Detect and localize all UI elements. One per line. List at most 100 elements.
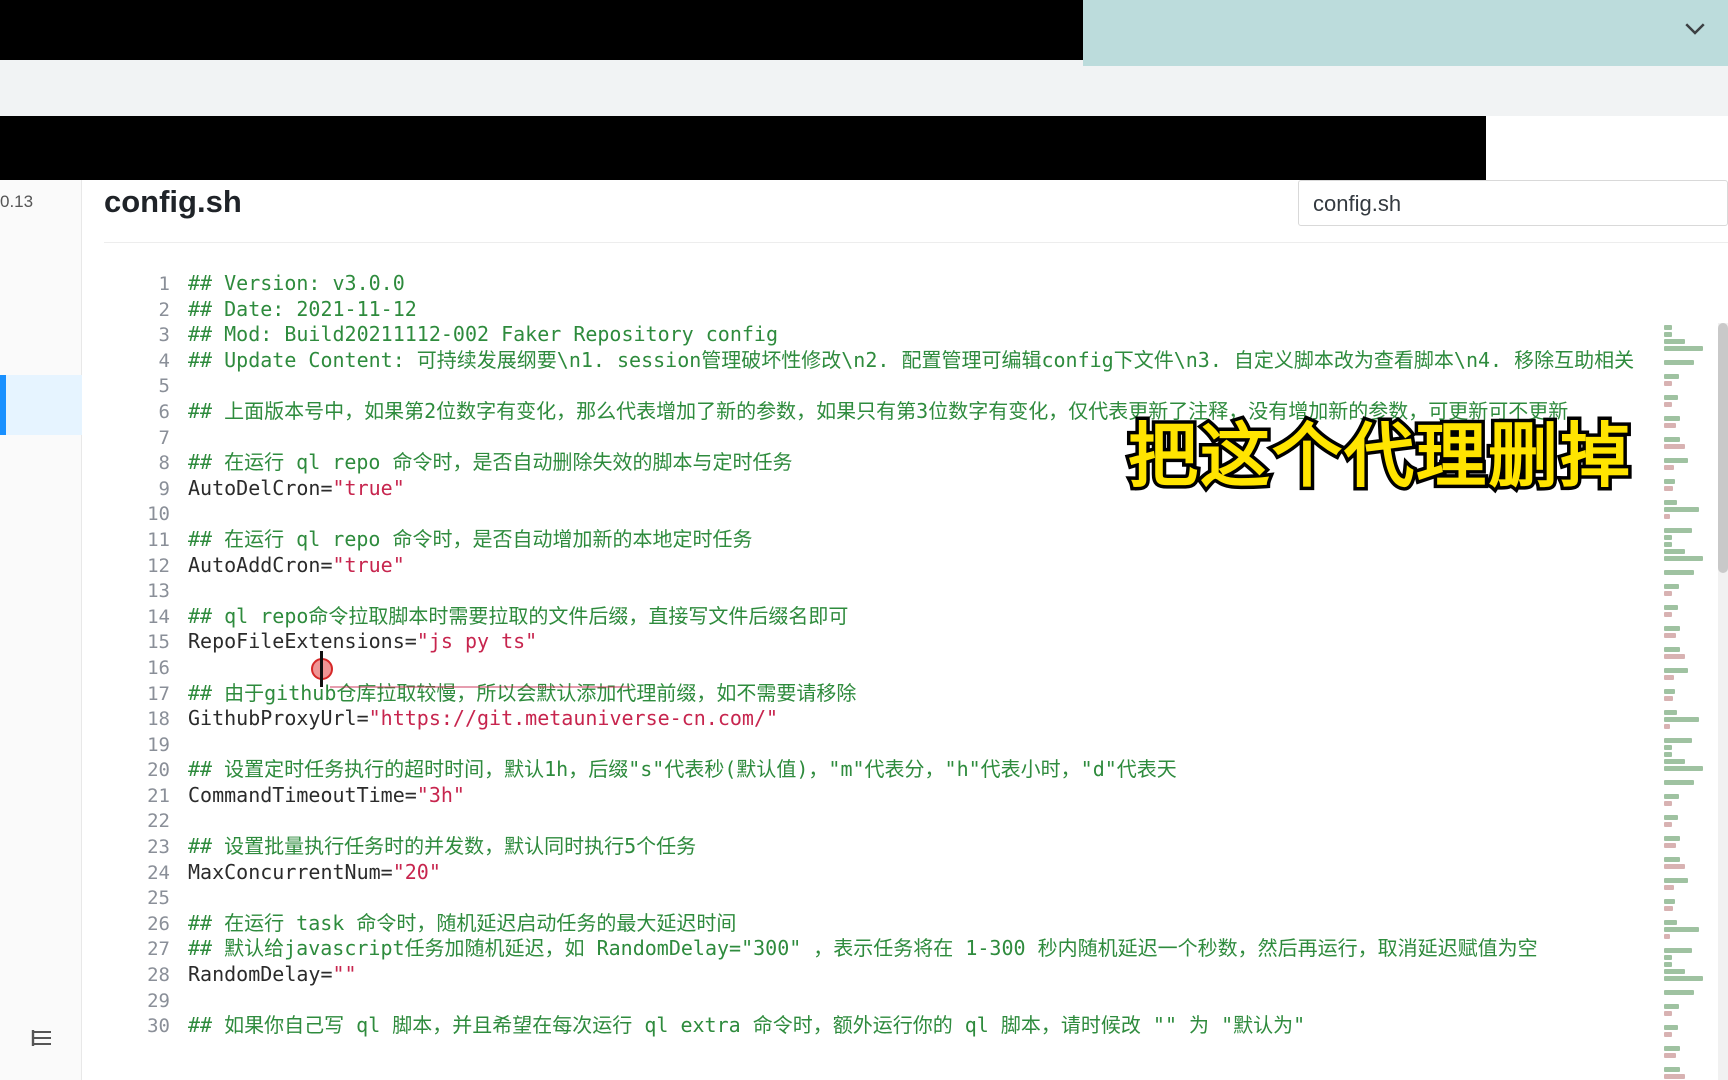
line-number: 14 (147, 605, 170, 628)
code-token: ## Date: 2021-11-12 (188, 296, 417, 321)
minimap-line (1664, 1004, 1679, 1009)
minimap-line (1664, 367, 1667, 372)
line-number: 8 (158, 452, 170, 475)
code-line[interactable]: 15 RepoFileExtensions="js py ts" (134, 629, 1548, 655)
minimap-line (1664, 339, 1685, 344)
minimap-line (1664, 843, 1677, 848)
code-line[interactable]: 25 (134, 885, 1548, 911)
line-number: 16 (147, 656, 170, 679)
minimap-line (1664, 521, 1667, 526)
code-line[interactable]: 12 AutoAddCron="true" (134, 553, 1548, 579)
app-sidebar: 0.13 (0, 180, 82, 1080)
code-editor[interactable]: 1 ## Version: v3.0.0 2 ## Date: 2021-11-12 3… (104, 242, 1728, 1080)
chevron-down-icon[interactable] (1680, 13, 1710, 43)
minimap-line (1664, 766, 1704, 771)
code-token: "true" (332, 552, 405, 577)
minimap-line (1664, 780, 1694, 785)
code-line[interactable]: 10 (134, 501, 1548, 527)
minimap-line (1664, 878, 1688, 883)
minimap-line (1664, 1039, 1667, 1044)
code-line[interactable]: 19 (134, 732, 1548, 758)
code-line[interactable]: 1 ## Version: v3.0.0 (134, 271, 1548, 297)
minimap-line (1664, 542, 1672, 547)
minimap-line (1664, 871, 1667, 876)
minimap-line (1664, 808, 1667, 813)
code-line[interactable]: 16 (134, 655, 1548, 681)
code-line[interactable]: 29 (134, 988, 1548, 1014)
minimap-line (1664, 619, 1667, 624)
band-right-filler (1486, 116, 1728, 180)
minimap-line (1664, 430, 1667, 435)
code-line[interactable]: 23 ## 设置批量执行任务时的并发数，默认同时执行5个任务 (134, 834, 1548, 860)
code-line[interactable]: 24 MaxConcurrentNum="20" (134, 860, 1548, 886)
file-name-field[interactable]: config.sh (1298, 180, 1728, 226)
line-number: 20 (147, 759, 170, 782)
minimap-line (1664, 661, 1667, 666)
code-line[interactable]: 28 RandomDelay="" (134, 962, 1548, 988)
code-line[interactable]: 13 (134, 578, 1548, 604)
sidebar-version-label: 0.13 (0, 192, 34, 211)
minimap-line (1664, 381, 1672, 386)
sidebar-active-item-background[interactable] (0, 375, 82, 435)
code-line[interactable]: 26 ## 在运行 task 命令时，随机延迟启动任务的最大延迟时间 (134, 911, 1548, 937)
code-token: ## 设置批量执行任务时的并发数，默认同时执行5个任务 (188, 834, 697, 859)
code-token: "true" (332, 475, 405, 500)
code-line[interactable]: 5 (134, 373, 1548, 399)
code-line[interactable]: 2 ## Date: 2021-11-12 (134, 297, 1548, 323)
sidebar-active-indicator (0, 375, 6, 435)
code-token: "js py ts" (416, 629, 538, 654)
code-line[interactable]: 18 GithubProxyUrl="https://git.metauniver… (134, 706, 1548, 732)
code-line[interactable]: 14 ## ql repo命令拉取脚本时需要拉取的文件后缀，直接写文件后缀名即可 (134, 604, 1548, 630)
code-token: "" (332, 962, 357, 987)
minimap-line (1664, 948, 1693, 953)
code-line[interactable]: 3 ## Mod: Build20211112-002 Faker Reposit… (134, 322, 1548, 348)
minimap-line (1664, 850, 1667, 855)
code-token: "https://git.metauniverse-cn.com/" (368, 706, 779, 731)
minimap-line (1664, 479, 1676, 484)
minimap-line (1664, 710, 1678, 715)
code-token: RepoFileExtensions= (188, 629, 417, 654)
line-number: 9 (158, 477, 170, 500)
line-number: 4 (158, 349, 170, 372)
minimap-line (1664, 1018, 1667, 1023)
code-line[interactable]: 27 ## 默认给javascript任务加随机延迟，如 RandomDelay=… (134, 936, 1548, 962)
minimap-line (1664, 745, 1672, 750)
menu-collapse-icon[interactable] (28, 1026, 56, 1050)
minimap-line (1664, 794, 1679, 799)
minimap-line (1664, 941, 1667, 946)
code-lines-container[interactable]: 1 ## Version: v3.0.0 2 ## Date: 2021-11-12 3… (134, 271, 1635, 1080)
code-line[interactable]: 11 ## 在运行 ql repo 命令时，是否自动增加新的本地定时任务 (134, 527, 1548, 553)
minimap-line (1664, 472, 1667, 477)
minimap-line (1664, 689, 1676, 694)
line-number: 30 (147, 1015, 170, 1038)
line-number: 22 (147, 810, 170, 833)
code-line[interactable]: 22 (134, 808, 1548, 834)
minimap-line (1664, 1046, 1680, 1051)
code-line[interactable]: 20 ## 设置定时任务执行的超时时间，默认1h，后缀"s"代表秒(默认值)，"m… (134, 757, 1548, 783)
line-number: 26 (147, 912, 170, 935)
line-number: 12 (147, 554, 170, 577)
code-line[interactable]: 17 ## 由于github仓库拉取较慢，所以会默认添加代理前缀，如不需要请移除 (134, 681, 1548, 707)
minimap-line (1664, 465, 1674, 470)
minimap-line (1664, 507, 1699, 512)
config-file-panel: config.sh config.sh 1 ## Version: v3.0.0 2… (82, 180, 1728, 1080)
code-line[interactable]: 4 ## Update Content: 可持续发展纲要\n1. session管… (134, 348, 1635, 374)
minimap-line (1664, 332, 1672, 337)
line-number: 27 (147, 938, 170, 961)
line-number: 11 (147, 528, 170, 551)
minimap-line (1664, 346, 1704, 351)
minimap-line (1664, 983, 1667, 988)
minimap-line (1664, 647, 1680, 652)
editor-scrollbar-thumb[interactable] (1718, 323, 1728, 573)
minimap-line (1664, 640, 1667, 645)
minimap-line (1664, 815, 1678, 820)
minimap-line (1664, 836, 1680, 841)
minimap-line (1664, 360, 1694, 365)
minimap-line (1664, 752, 1672, 757)
code-line[interactable]: 30 ## 如果你自己写 ql 脚本，并且希望在每次运行 ql extra 命令时… (134, 1013, 1548, 1039)
code-line[interactable]: 21 CommandTimeoutTime="3h" (134, 783, 1548, 809)
minimap-line (1664, 486, 1673, 491)
minimap-line (1664, 444, 1685, 449)
code-token: AutoAddCron= (188, 552, 333, 577)
minimap-line (1664, 612, 1672, 617)
